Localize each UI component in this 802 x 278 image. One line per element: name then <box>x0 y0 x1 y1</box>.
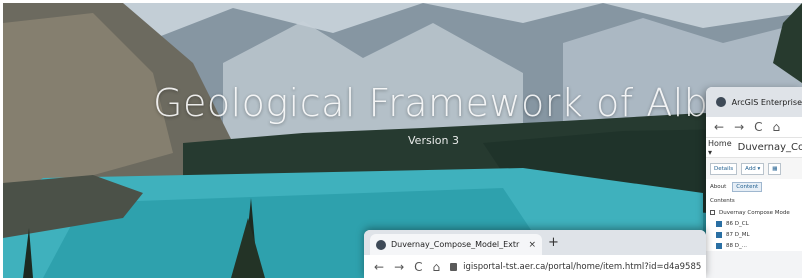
portal-browser-window[interactable]: Duvernay_Compose_Model_Extr × + ← → C ⌂ … <box>364 230 706 278</box>
back-icon[interactable]: ← <box>714 120 724 134</box>
reload-icon[interactable]: C <box>754 120 762 134</box>
browser-tab-bar: Duvernay_Compose_Model_Extr × + <box>364 230 706 255</box>
layer-icon <box>716 242 722 249</box>
tab-content[interactable]: Content <box>732 182 763 192</box>
forward-icon[interactable]: → <box>734 120 744 134</box>
item-tabs: About Content <box>706 179 802 195</box>
address-bar[interactable]: igisportal-tst.aer.ca/portal/home/item.h… <box>450 262 701 272</box>
back-icon[interactable]: ← <box>374 260 384 274</box>
browser-tab-active[interactable]: Duvernay_Compose_Model_Extr × <box>370 234 542 255</box>
new-tab-button[interactable]: + <box>548 235 559 250</box>
layer-label: 87 D_ML <box>726 231 750 238</box>
reload-icon[interactable]: C <box>414 260 422 274</box>
tab-about[interactable]: About <box>710 184 726 190</box>
layer-label: 86 D_CL <box>726 220 749 227</box>
breadcrumb: Home ▾ Duvernay_Co <box>706 137 802 157</box>
address-url: igisportal-tst.aer.ca/portal/home/item.h… <box>463 261 702 272</box>
layer-label: 88 D_... <box>726 242 747 249</box>
browser-tab-title[interactable]: ArcGIS Enterprise <box>732 98 802 107</box>
contents-label: Contents <box>706 195 802 207</box>
list-item[interactable]: 88 D_... <box>710 240 798 251</box>
arcgis-favicon-icon <box>376 239 386 250</box>
close-icon[interactable]: × <box>528 240 536 250</box>
arcgis-favicon-icon <box>716 97 726 107</box>
lock-icon <box>450 262 458 271</box>
list-item[interactable]: 86 D_CL <box>710 218 798 229</box>
arcgis-browser-window[interactable]: ArcGIS Enterprise ← → C ⌂ Home ▾ Duverna… <box>706 87 802 278</box>
contents-tree: Duvernay Compose Mode 86 D_CL 87 D_ML 88… <box>706 207 802 251</box>
browser-nav-bar: ← → C ⌂ igisportal-tst.aer.ca/portal/hom… <box>364 255 706 278</box>
layer-icon <box>716 220 722 227</box>
home-icon[interactable]: ⌂ <box>433 260 441 274</box>
checkbox[interactable] <box>710 210 715 215</box>
forward-icon[interactable]: → <box>394 260 404 274</box>
browser-tab-title: Duvernay_Compose_Model_Extr <box>391 240 520 249</box>
item-toolbar: Details Add ▾ ▦ <box>706 157 802 179</box>
grid-view-icon[interactable]: ▦ <box>768 162 782 175</box>
item-title: Duvernay_Co <box>737 142 802 153</box>
tree-root-label: Duvernay Compose Mode <box>719 209 790 216</box>
browser-tab-bar: ArcGIS Enterprise <box>706 87 802 117</box>
hero-title: Geological Framework of Alberta <box>153 81 788 125</box>
list-item[interactable]: 87 D_ML <box>710 229 798 240</box>
hero-version: Version 3 <box>408 134 459 147</box>
browser-nav-bar: ← → C ⌂ <box>706 117 802 137</box>
add-button[interactable]: Add ▾ <box>741 162 765 175</box>
tree-root[interactable]: Duvernay Compose Mode <box>710 207 798 218</box>
breadcrumb-home-menu[interactable]: Home ▾ <box>708 139 732 157</box>
home-icon[interactable]: ⌂ <box>773 120 781 134</box>
details-button[interactable]: Details <box>710 162 738 175</box>
layer-icon <box>716 231 722 238</box>
